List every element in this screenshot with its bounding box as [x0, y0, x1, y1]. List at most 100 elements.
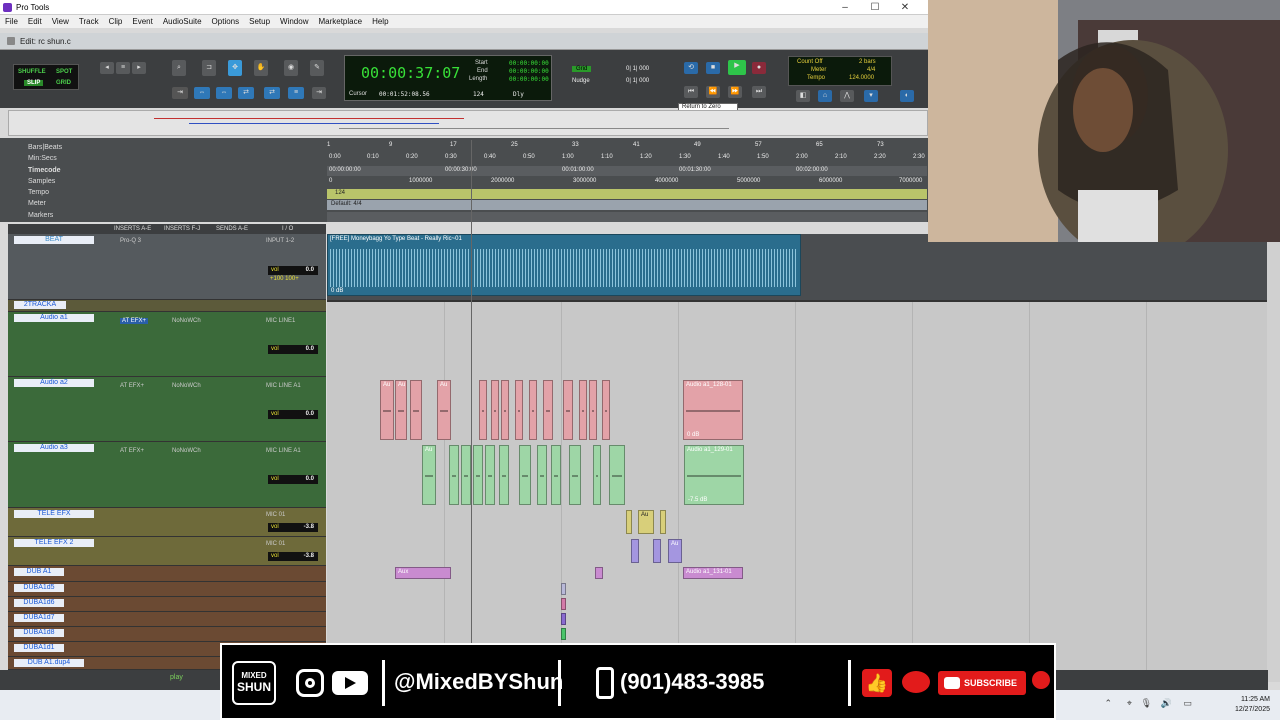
io-input[interactable]: MIC LINE A1 — [266, 383, 301, 389]
insert-slot[interactable]: AT EFX+ — [120, 448, 144, 454]
track-name[interactable]: DUBA1d5 — [14, 584, 64, 592]
audio-clip[interactable] — [449, 445, 459, 505]
insert-slot[interactable]: NoNoWCh — [172, 383, 201, 389]
track-row[interactable]: Audio a1 AT EFX+ NoNoWCh MIC LINE1 vol 0.… — [8, 312, 326, 377]
io-input[interactable]: MIC 01 — [266, 512, 285, 518]
play-icon[interactable]: ▶ — [728, 60, 746, 75]
universe-overview[interactable] — [8, 110, 928, 136]
keyboard-focus-icon[interactable]: ≡ — [288, 87, 304, 99]
tab-to-transient-icon[interactable]: ⇥ — [172, 87, 188, 99]
record-icon[interactable]: ● — [752, 62, 766, 74]
insert-slot[interactable]: AT EFX+ — [120, 383, 144, 389]
menu-setup[interactable]: Setup — [244, 15, 275, 28]
stop-icon[interactable]: ■ — [706, 62, 720, 74]
system-clock[interactable]: 11:25 AM 12/27/2025 — [1235, 695, 1270, 715]
menu-window[interactable]: Window — [275, 15, 313, 28]
audio-clip[interactable] — [563, 380, 573, 440]
automation-follows-icon[interactable]: ⇥ — [312, 87, 326, 99]
volume-display[interactable]: vol -3.8 — [268, 552, 318, 561]
track-row[interactable]: Audio a2 AT EFX+ NoNoWCh MIC LINE A1 vol… — [8, 377, 326, 442]
volume-display[interactable]: vol 0.0 — [268, 345, 318, 354]
insertion-follows-icon[interactable]: ⇄ — [238, 87, 254, 99]
nudge-label[interactable]: Nudge — [572, 78, 590, 84]
tempo-marker[interactable]: 124 — [335, 190, 345, 196]
audio-clip[interactable] — [626, 510, 632, 534]
menu-audiosuite[interactable]: AudioSuite — [158, 15, 207, 28]
io-input[interactable]: INPUT 1-2 — [266, 238, 294, 244]
audio-clip[interactable] — [561, 583, 566, 595]
audio-clip[interactable] — [499, 445, 509, 505]
close-icon[interactable]: ✕ — [890, 0, 920, 15]
audio-clip[interactable]: Aux — [395, 567, 451, 579]
start-value[interactable]: 00:00:00:00 — [509, 60, 549, 67]
insert-slot[interactable]: Pro-Q 3 — [120, 238, 141, 244]
audio-clip[interactable] — [602, 380, 610, 440]
volume-display[interactable]: vol 0.0 — [268, 266, 318, 275]
count-off-bars[interactable]: 2 bars — [859, 59, 876, 65]
minsecs-ruler[interactable]: 0:00 0:10 0:20 0:30 0:40 0:50 1:00 1:10 … — [327, 154, 927, 164]
beat-clip[interactable]: [FREE] Moneybagg Yo Type Beat - Really R… — [327, 234, 801, 296]
audio-clip[interactable] — [491, 380, 499, 440]
track-name[interactable]: Audio a3 — [14, 444, 94, 452]
link-track-icon[interactable]: ⇔ — [216, 87, 232, 99]
menu-clip[interactable]: Clip — [104, 15, 128, 28]
audio-clip[interactable]: Au — [422, 445, 436, 505]
track-row[interactable]: BEAT Pro-Q 3 INPUT 1-2 vol 0.0 +100 100+ — [8, 234, 326, 300]
audio-clip[interactable]: Au — [395, 380, 407, 440]
track-name[interactable]: DUBA1d7 — [14, 614, 64, 622]
fast-forward-icon[interactable]: ⏩ — [728, 86, 742, 98]
pencil-tool-icon[interactable]: ✎ — [310, 60, 324, 76]
menu-marketplace[interactable]: Marketplace — [313, 15, 367, 28]
audio-clip[interactable] — [479, 380, 487, 440]
volume-display[interactable]: vol 0.0 — [268, 410, 318, 419]
zoomer-tool-icon[interactable]: ⌕ — [172, 60, 186, 76]
insert-slot[interactable]: NoNoWCh — [172, 448, 201, 454]
playhead-cursor[interactable] — [471, 140, 472, 670]
tempo-value[interactable]: 124.0000 — [849, 75, 874, 81]
audio-clip[interactable]: Au — [668, 539, 682, 563]
track-name[interactable]: DUB A1 — [14, 568, 64, 576]
audio-clip[interactable]: Audio a1_129-01 -7.5 dB — [684, 445, 744, 505]
tray-chevron-icon[interactable]: ⌃ — [1104, 698, 1112, 709]
smart-tool-icon[interactable]: ✥ — [228, 60, 242, 76]
audio-clip[interactable] — [609, 445, 625, 505]
length-value[interactable]: 00:00:00:00 — [509, 76, 549, 83]
audio-clip[interactable] — [501, 380, 509, 440]
track-name[interactable]: Audio a1 — [14, 314, 94, 322]
rewind-icon[interactable]: ⏪ — [706, 86, 720, 98]
return-to-zero-icon[interactable]: ⏮ — [684, 86, 698, 98]
audio-clip[interactable] — [529, 380, 537, 440]
audio-clip[interactable] — [561, 598, 566, 610]
mode-grid[interactable]: GRID — [56, 80, 71, 86]
minimize-icon[interactable]: – — [830, 0, 860, 15]
wait-for-note-icon[interactable]: ⌂ — [818, 90, 832, 102]
track-name[interactable]: TELE EFX — [14, 510, 94, 518]
track-row[interactable]: DUBA1d7 — [8, 612, 326, 627]
audio-clip[interactable]: Au — [380, 380, 394, 440]
mode-slip[interactable]: SLIP — [24, 80, 44, 86]
track-name[interactable]: DUBA1d6 — [14, 599, 64, 607]
loop-record-icon[interactable]: ◐ — [900, 90, 914, 102]
conductor-icon[interactable]: ▾ — [864, 90, 878, 102]
volume-display[interactable]: vol -3.8 — [268, 523, 318, 532]
mirror-midi-icon[interactable]: ⇄ — [264, 87, 280, 99]
audio-clip[interactable] — [461, 445, 471, 505]
audio-clip[interactable] — [561, 613, 566, 625]
audio-clip[interactable]: Audio a1_131-01 — [683, 567, 743, 579]
track-row[interactable]: Audio a3 AT EFX+ NoNoWCh MIC LINE A1 vol… — [8, 442, 326, 508]
audio-clip[interactable]: Audio a1_128-01 0 dB — [683, 380, 743, 440]
audio-clip[interactable] — [473, 445, 483, 505]
track-row[interactable]: 2TRACKA — [8, 300, 326, 312]
volume-display[interactable]: vol 0.0 — [268, 475, 318, 484]
loop-icon[interactable]: ⟲ — [684, 62, 698, 74]
zoom-out-icon[interactable]: ◂ — [100, 62, 114, 74]
zoom-wave-icon[interactable]: ≡ — [116, 62, 130, 74]
grid-value[interactable]: 0| 1| 000 — [626, 66, 649, 72]
track-name[interactable]: Audio a2 — [14, 379, 94, 387]
mode-shuffle[interactable]: SHUFFLE — [18, 69, 46, 75]
audio-clip[interactable] — [595, 567, 603, 579]
meter-ruler[interactable]: Default: 4/4 — [327, 200, 927, 210]
track-row[interactable]: DUBA1d6 — [8, 597, 326, 612]
audio-clip[interactable] — [519, 445, 531, 505]
mode-spot[interactable]: SPOT — [56, 69, 72, 75]
